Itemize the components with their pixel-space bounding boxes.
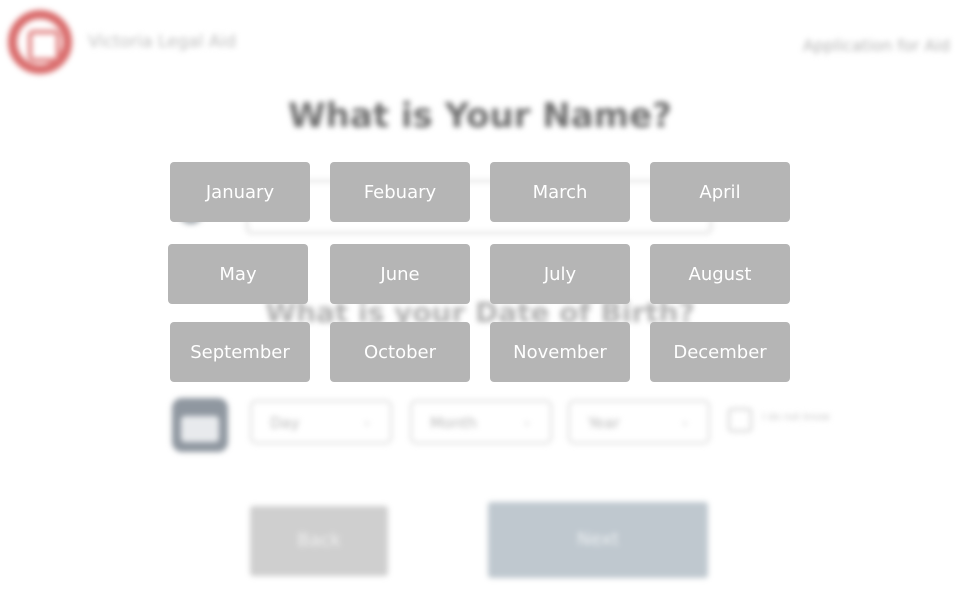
- month-button-january[interactable]: January: [170, 162, 310, 222]
- month-button-march[interactable]: March: [490, 162, 630, 222]
- month-button-october[interactable]: October: [330, 322, 470, 382]
- month-button-may[interactable]: May: [168, 244, 308, 304]
- month-button-february[interactable]: Febuary: [330, 162, 470, 222]
- month-button-december[interactable]: December: [650, 322, 790, 382]
- month-button-july[interactable]: July: [490, 244, 630, 304]
- month-picker: January Febuary March April May June Jul…: [0, 0, 960, 600]
- month-button-june[interactable]: June: [330, 244, 470, 304]
- page: Victoria Legal Aid Application for Aid W…: [0, 0, 960, 600]
- month-button-november[interactable]: November: [490, 322, 630, 382]
- month-button-august[interactable]: August: [650, 244, 790, 304]
- month-button-september[interactable]: September: [170, 322, 310, 382]
- month-button-april[interactable]: April: [650, 162, 790, 222]
